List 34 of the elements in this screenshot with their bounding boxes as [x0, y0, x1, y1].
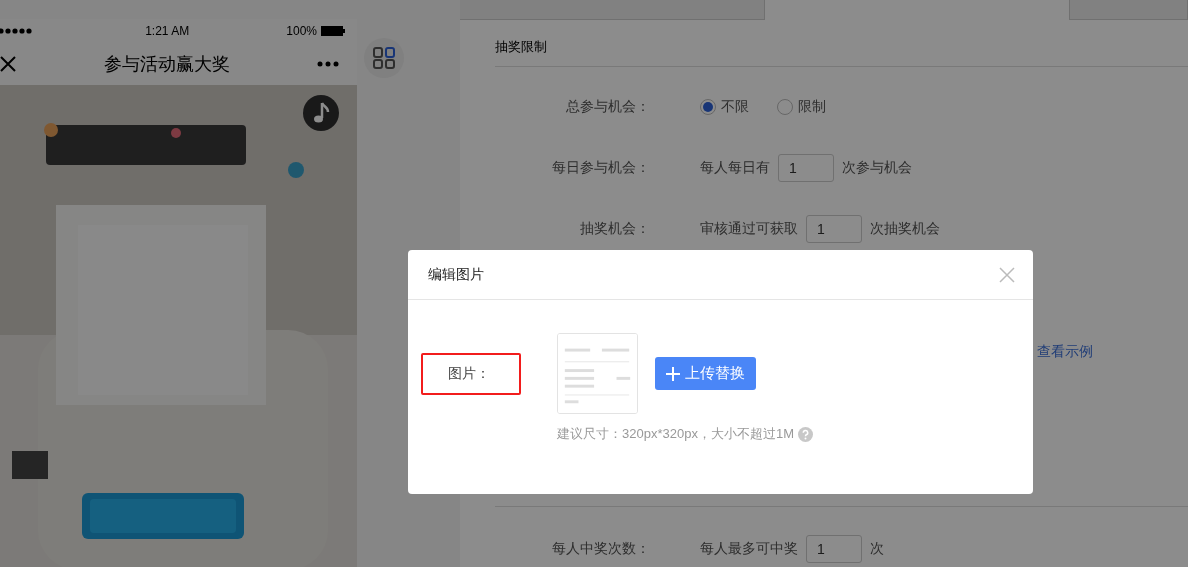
- more-icon[interactable]: [317, 60, 339, 67]
- music-icon[interactable]: [303, 95, 339, 131]
- hint-text: 建议尺寸：320px*320px，大小不超过1M: [557, 425, 794, 443]
- battery-icon: [321, 25, 345, 36]
- battery-level: 100%: [286, 23, 317, 38]
- section-title: 抽奖限制: [495, 20, 1188, 67]
- example-link[interactable]: 查看示例: [1037, 343, 1093, 361]
- number-field[interactable]: 1: [806, 535, 862, 563]
- dialog-title: 编辑图片: [428, 265, 484, 284]
- field-label: 图片：: [421, 353, 521, 395]
- radio-option[interactable]: 限制: [777, 98, 826, 116]
- radio-option[interactable]: 不限: [700, 98, 749, 116]
- field-text: 次: [870, 540, 884, 558]
- field-label: 抽奖机会：: [579, 220, 650, 238]
- number-field[interactable]: 1: [778, 154, 834, 182]
- grid-button[interactable]: [364, 38, 404, 78]
- page-title: 参与活动赢大奖: [103, 52, 230, 76]
- field-label: 每人中奖次数：: [551, 540, 650, 558]
- field-label: 每日参与机会：: [551, 159, 650, 177]
- status-time: 1:21 AM: [145, 23, 190, 38]
- close-icon[interactable]: [0, 55, 16, 72]
- field-text: 次抽奖机会: [870, 220, 940, 238]
- upload-button[interactable]: 上传替换: [655, 357, 756, 390]
- field-label: 总参与机会：: [565, 98, 650, 116]
- number-field[interactable]: 1: [806, 215, 862, 243]
- tab[interactable]: [460, 0, 765, 20]
- field-text: 每人每日有: [700, 159, 770, 177]
- field-text: 审核通过可获取: [700, 220, 798, 238]
- help-icon[interactable]: [797, 426, 813, 442]
- tab[interactable]: [1070, 0, 1188, 20]
- field-text: 次参与机会: [842, 159, 912, 177]
- field-text: 每人最多可中奖: [700, 540, 798, 558]
- grid-icon: [373, 47, 395, 69]
- plus-icon: [666, 366, 680, 381]
